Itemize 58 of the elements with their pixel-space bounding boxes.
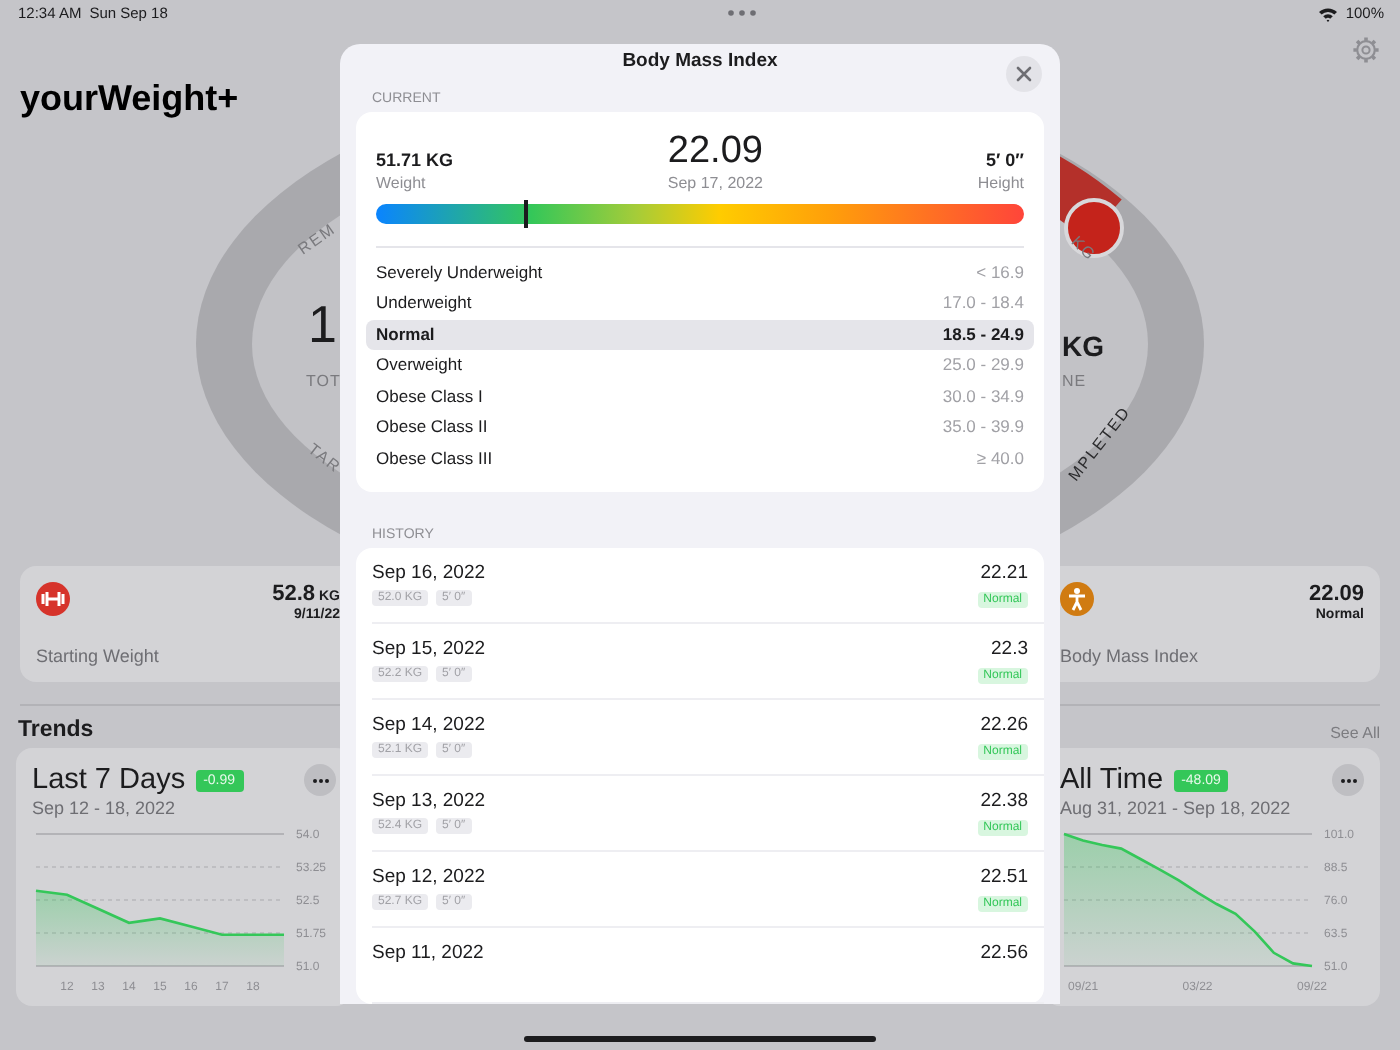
date-range: Sep 12 - 18, 2022	[32, 798, 178, 818]
bmi-value: 22.09	[667, 131, 763, 169]
modal-title: Body Mass Index	[622, 49, 778, 72]
ellipsis-icon	[1339, 777, 1357, 783]
gauge-value: KG	[1062, 330, 1104, 362]
more-button[interactable]	[1332, 764, 1364, 796]
category-range: 17.0 - 18.4	[942, 292, 1024, 315]
trend-title: All Time	[1060, 764, 1164, 796]
history-bmi: 22.21	[980, 562, 1028, 584]
category-name: Severely Underweight	[376, 261, 543, 284]
stat-label: Body Mass Index	[1060, 646, 1201, 666]
height-label: Height	[977, 173, 1024, 191]
history-date: Sep 14, 2022	[372, 714, 486, 736]
app-title: yourWeight+	[20, 78, 239, 118]
category-range: 35.0 - 39.9	[942, 416, 1024, 439]
height-value: 5′ 0″	[986, 149, 1024, 169]
weight-value: 51.71 KG	[376, 149, 454, 169]
close-button[interactable]	[1006, 56, 1042, 92]
wifi-icon	[1317, 5, 1338, 21]
category-name: Obese Class III	[376, 447, 493, 470]
history-date: Sep 13, 2022	[372, 790, 486, 812]
history-bmi: 22.38	[980, 790, 1028, 812]
date-range: Aug 31, 2021 - Sep 18, 2022	[1060, 798, 1293, 818]
category-name: Obese Class II	[376, 416, 488, 439]
person-icon	[1060, 582, 1094, 616]
category-range: ≥ 40.0	[976, 447, 1024, 470]
category-name: Overweight	[376, 354, 462, 377]
category-range: < 16.9	[976, 261, 1024, 284]
category-name: Underweight	[376, 292, 472, 315]
arc-label: KG	[1067, 232, 1100, 265]
measure-date: Sep 17, 2022	[667, 173, 763, 191]
dumbbell-icon	[36, 582, 70, 616]
ellipsis-icon	[311, 777, 329, 783]
multitasking-dots-icon	[728, 10, 757, 16]
history-date: Sep 15, 2022	[372, 638, 486, 660]
history-date: Sep 12, 2022	[372, 866, 486, 888]
category-name: Obese Class I	[376, 385, 483, 408]
category-range: 25.0 - 29.9	[942, 354, 1024, 377]
stat-label: Starting Weight	[36, 646, 161, 666]
history-bmi: 22.51	[980, 866, 1028, 888]
section-title: Trends	[18, 718, 94, 742]
weight-label: Weight	[376, 173, 428, 191]
category-range: 18.5 - 24.9	[942, 323, 1024, 346]
see-all-link[interactable]: See All	[1330, 724, 1380, 742]
more-button[interactable]	[304, 764, 336, 796]
close-icon	[1016, 66, 1032, 82]
category-range: 30.0 - 34.9	[942, 385, 1024, 408]
stat-value: 22.09	[1308, 582, 1364, 606]
gauge-value: 1	[308, 294, 337, 356]
category-name: Normal	[376, 323, 435, 346]
gauge-caption: NE	[1062, 372, 1087, 390]
history-bmi: 22.56	[980, 942, 1028, 964]
history-date: Sep 16, 2022	[372, 562, 486, 584]
gauge-caption: TOT	[306, 372, 341, 390]
history-date: Sep 11, 2022	[372, 942, 484, 964]
trend-title: Last 7 Days	[32, 764, 186, 796]
history-bmi: 22.3	[991, 638, 1028, 660]
history-bmi: 22.26	[980, 714, 1028, 736]
